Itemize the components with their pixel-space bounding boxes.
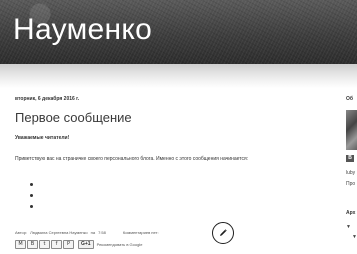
bullet-item [30, 194, 33, 197]
edit-post-pencil-icon[interactable] [212, 222, 234, 244]
post-body: Приветствую вас на страничке своего перс… [15, 156, 249, 162]
facebook-icon[interactable]: f [51, 240, 62, 249]
author-prefix: Автор: [15, 230, 28, 235]
sidebar-about-heading: Об [346, 96, 353, 102]
blog-title[interactable]: Науменко [13, 13, 152, 47]
post-bullet-list [30, 183, 33, 216]
twitter-icon[interactable]: t [39, 240, 50, 249]
sidebar-archive-heading: Арх [346, 210, 356, 216]
blog-this-icon[interactable]: B [27, 240, 38, 249]
post-footer: Автор: Людмила Сергеевна Науменко на 7:58 Ко… [15, 230, 162, 235]
bullet-item [30, 183, 33, 186]
blog-header: Науменко [0, 0, 357, 64]
comments-link[interactable]: Комментариев нет: [123, 230, 159, 235]
email-icon[interactable]: M [15, 240, 26, 249]
header-shadow [0, 64, 357, 88]
post-date: вторник, 6 декабря 2016 г. [15, 96, 80, 102]
post-title[interactable]: Первое сообщение [15, 110, 132, 125]
share-buttons: M B t f P G+1 Рекомендовать в Google [15, 240, 142, 249]
archive-toggle[interactable]: ▼ [346, 224, 351, 230]
recommend-google-text: Рекомендовать в Google [96, 242, 143, 247]
sidebar-author-name[interactable]: luby [346, 170, 355, 176]
post-time-link[interactable]: 7:58 [98, 230, 106, 235]
sidebar-profile-link[interactable]: Про [346, 181, 355, 187]
google-plus-button[interactable]: G+1 [78, 240, 94, 249]
post-greeting: Уважаемые читатели! [15, 135, 70, 141]
blogger-icon[interactable]: B [346, 155, 354, 162]
author-link[interactable]: Людмила Сергеевна Науменко [30, 230, 88, 235]
author-avatar[interactable] [346, 110, 357, 150]
bullet-item [30, 205, 33, 208]
archive-toggle[interactable]: ▼ [352, 234, 357, 240]
pinterest-icon[interactable]: P [63, 240, 74, 249]
time-prefix: на [90, 230, 96, 235]
